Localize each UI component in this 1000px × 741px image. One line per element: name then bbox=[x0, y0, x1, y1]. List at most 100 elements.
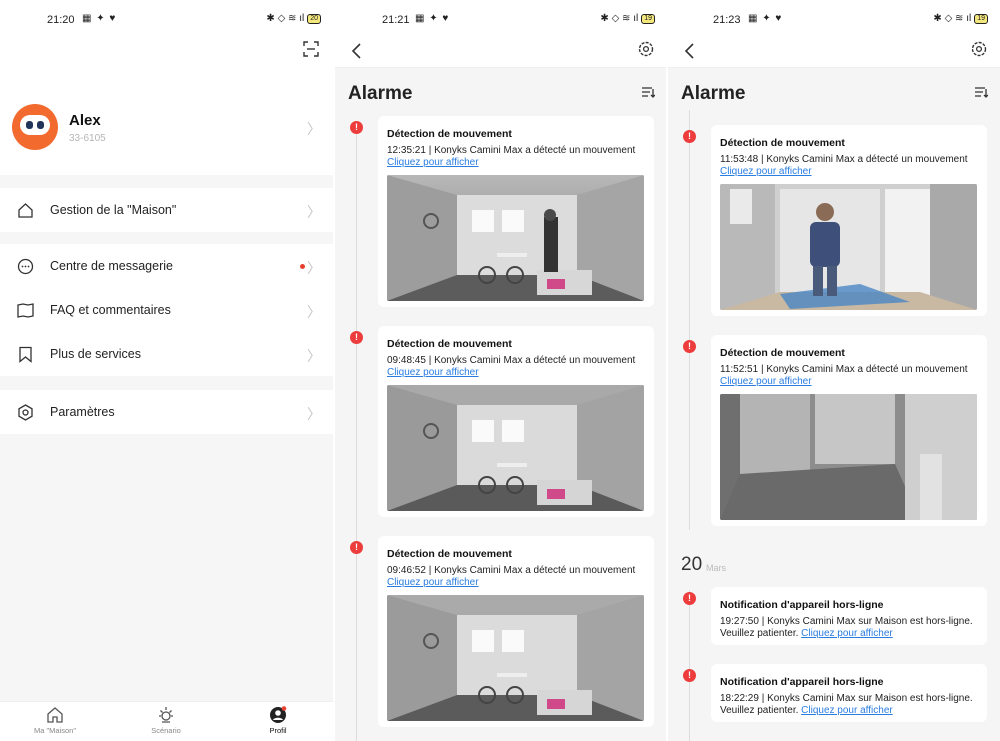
notification-icons: ▦ ✦ ♥ bbox=[415, 13, 450, 24]
tab-scenario[interactable]: Scénario bbox=[126, 706, 206, 735]
chevron-right-icon: 〉 bbox=[307, 204, 321, 220]
scenario-icon bbox=[159, 707, 173, 723]
offline-description: 19:27:50 | Konyks Camini Max sur Maison … bbox=[720, 616, 973, 627]
user-id: 33-6105 bbox=[69, 133, 106, 144]
camera-snapshot[interactable] bbox=[720, 184, 977, 310]
menu-item-home-management[interactable]: Gestion de la "Maison" 〉 bbox=[0, 188, 333, 232]
event-title: Détection de mouvement bbox=[387, 128, 512, 140]
event-description: 09:46:52 | Konyks Camini Max a détecté u… bbox=[387, 565, 636, 576]
status-time: 21:23 bbox=[713, 14, 741, 26]
timeline-line bbox=[689, 590, 690, 741]
view-link[interactable]: Cliquez pour afficher bbox=[720, 376, 812, 387]
view-link[interactable]: Cliquez pour afficher bbox=[720, 166, 812, 177]
event-title: Détection de mouvement bbox=[387, 548, 512, 560]
event-card[interactable]: Détection de mouvement 11:52:51 | Konyks… bbox=[711, 335, 987, 526]
camera-snapshot[interactable] bbox=[387, 175, 644, 301]
tab-label: Profil bbox=[269, 726, 287, 735]
status-time: 21:20 bbox=[47, 14, 75, 26]
timeline-line bbox=[689, 110, 690, 530]
top-nav bbox=[668, 38, 1000, 68]
offline-description: 18:22:29 | Konyks Camini Max sur Maison … bbox=[720, 693, 973, 704]
status-bar: 21:20 ▦ ✦ ♥ ✱ ◇ ≋ ıl 20 bbox=[0, 0, 333, 38]
event-title: Détection de mouvement bbox=[720, 137, 845, 149]
camera-snapshot[interactable] bbox=[720, 394, 977, 520]
filter-icon[interactable] bbox=[641, 85, 655, 99]
profile-header: 21:20 ▦ ✦ ♥ ✱ ◇ ≋ ıl 20 Alex 33-6105 〉 bbox=[0, 0, 333, 175]
view-link[interactable]: Cliquez pour afficher bbox=[387, 157, 479, 168]
event-card[interactable]: Détection de mouvement 11:53:48 | Konyks… bbox=[711, 125, 987, 316]
chevron-right-icon[interactable]: 〉 bbox=[307, 119, 321, 139]
alert-icon: ! bbox=[350, 121, 363, 134]
back-icon[interactable] bbox=[682, 42, 698, 60]
menu-label: Plus de services bbox=[50, 347, 142, 361]
battery-icon: 19 bbox=[641, 13, 655, 24]
event-card[interactable]: Détection de mouvement 12:35:21 | Konyks… bbox=[378, 116, 654, 307]
profile-screen: 21:20 ▦ ✦ ♥ ✱ ◇ ≋ ıl 20 Alex 33-6105 〉 G… bbox=[0, 0, 333, 741]
offline-description-2: Veuillez patienter. Cliquez pour affiche… bbox=[720, 628, 893, 639]
wait-text: Veuillez patienter. bbox=[720, 705, 799, 716]
chevron-right-icon: 〉 bbox=[307, 348, 321, 364]
view-link[interactable]: Cliquez pour afficher bbox=[801, 628, 893, 639]
gear-icon[interactable] bbox=[970, 40, 988, 58]
event-card[interactable]: Détection de mouvement 09:48:45 | Konyks… bbox=[378, 326, 654, 517]
bottom-tab-bar: Ma "Maison" Scénario Profil bbox=[0, 701, 333, 741]
offline-card[interactable]: Notification d'appareil hors-ligne 19:27… bbox=[711, 587, 987, 645]
menu-label: Centre de messagerie bbox=[50, 259, 173, 273]
event-card[interactable]: Détection de mouvement 09:46:52 | Konyks… bbox=[378, 536, 654, 727]
notification-icons: ▦ ✦ ♥ bbox=[82, 13, 117, 24]
unread-badge bbox=[300, 264, 305, 269]
date-day: 20 bbox=[681, 554, 703, 575]
menu-item-settings[interactable]: Paramètres 〉 bbox=[0, 390, 333, 434]
chevron-right-icon: 〉 bbox=[307, 260, 321, 276]
top-nav bbox=[335, 38, 667, 68]
menu-item-faq[interactable]: FAQ et commentaires 〉 bbox=[0, 288, 333, 332]
status-bar: 21:21 ▦ ✦ ♥ ✱ ◇ ≋ ıl 19 bbox=[335, 0, 667, 38]
tab-label: Scénario bbox=[151, 726, 181, 735]
timeline-line bbox=[356, 127, 357, 741]
settings-icon bbox=[18, 404, 33, 421]
filter-icon[interactable] bbox=[974, 85, 988, 99]
offline-title: Notification d'appareil hors-ligne bbox=[720, 676, 884, 688]
alert-icon: ! bbox=[350, 541, 363, 554]
event-description: 11:52:51 | Konyks Camini Max a détecté u… bbox=[720, 364, 968, 375]
gear-icon[interactable] bbox=[637, 40, 655, 58]
wait-text: Veuillez patienter. bbox=[720, 628, 799, 639]
profile-icon bbox=[270, 706, 287, 723]
menu-label: Paramètres bbox=[50, 405, 115, 419]
battery-icon: 20 bbox=[307, 13, 321, 24]
menu-item-messages[interactable]: Centre de messagerie 〉 bbox=[0, 244, 333, 288]
book-icon bbox=[17, 303, 34, 318]
view-link[interactable]: Cliquez pour afficher bbox=[801, 705, 893, 716]
menu-item-more-services[interactable]: Plus de services 〉 bbox=[0, 332, 333, 376]
tab-profile[interactable]: Profil bbox=[238, 706, 318, 735]
chat-icon bbox=[17, 258, 34, 275]
camera-snapshot[interactable] bbox=[387, 595, 644, 721]
home-icon bbox=[47, 707, 63, 723]
offline-card[interactable]: Notification d'appareil hors-ligne 18:22… bbox=[711, 664, 987, 722]
offline-description-2: Veuillez patienter. Cliquez pour affiche… bbox=[720, 705, 893, 716]
avatar[interactable] bbox=[12, 104, 58, 150]
menu-group-settings: Paramètres 〉 bbox=[0, 390, 333, 434]
scan-icon[interactable] bbox=[303, 41, 319, 57]
tab-home[interactable]: Ma "Maison" bbox=[15, 706, 95, 735]
offline-title: Notification d'appareil hors-ligne bbox=[720, 599, 884, 611]
page-title: Alarme bbox=[348, 83, 413, 104]
status-time: 21:21 bbox=[382, 14, 410, 26]
status-right: ✱ ◇ ≋ ıl 19 bbox=[933, 13, 988, 24]
view-link[interactable]: Cliquez pour afficher bbox=[387, 367, 479, 378]
menu-label: FAQ et commentaires bbox=[50, 303, 171, 317]
camera-snapshot[interactable] bbox=[387, 385, 644, 511]
panel-divider bbox=[666, 0, 668, 741]
event-title: Détection de mouvement bbox=[387, 338, 512, 350]
menu-group-home: Gestion de la "Maison" 〉 bbox=[0, 188, 333, 232]
event-description: 12:35:21 | Konyks Camini Max a détecté u… bbox=[387, 145, 636, 156]
panel-divider bbox=[333, 0, 335, 741]
event-description: 11:53:48 | Konyks Camini Max a détecté u… bbox=[720, 154, 968, 165]
back-icon[interactable] bbox=[349, 42, 365, 60]
chevron-right-icon: 〉 bbox=[307, 304, 321, 320]
alert-icon: ! bbox=[350, 331, 363, 344]
view-link[interactable]: Cliquez pour afficher bbox=[387, 577, 479, 588]
bookmark-icon bbox=[19, 346, 32, 363]
event-title: Détection de mouvement bbox=[720, 347, 845, 359]
user-name[interactable]: Alex bbox=[69, 112, 101, 129]
